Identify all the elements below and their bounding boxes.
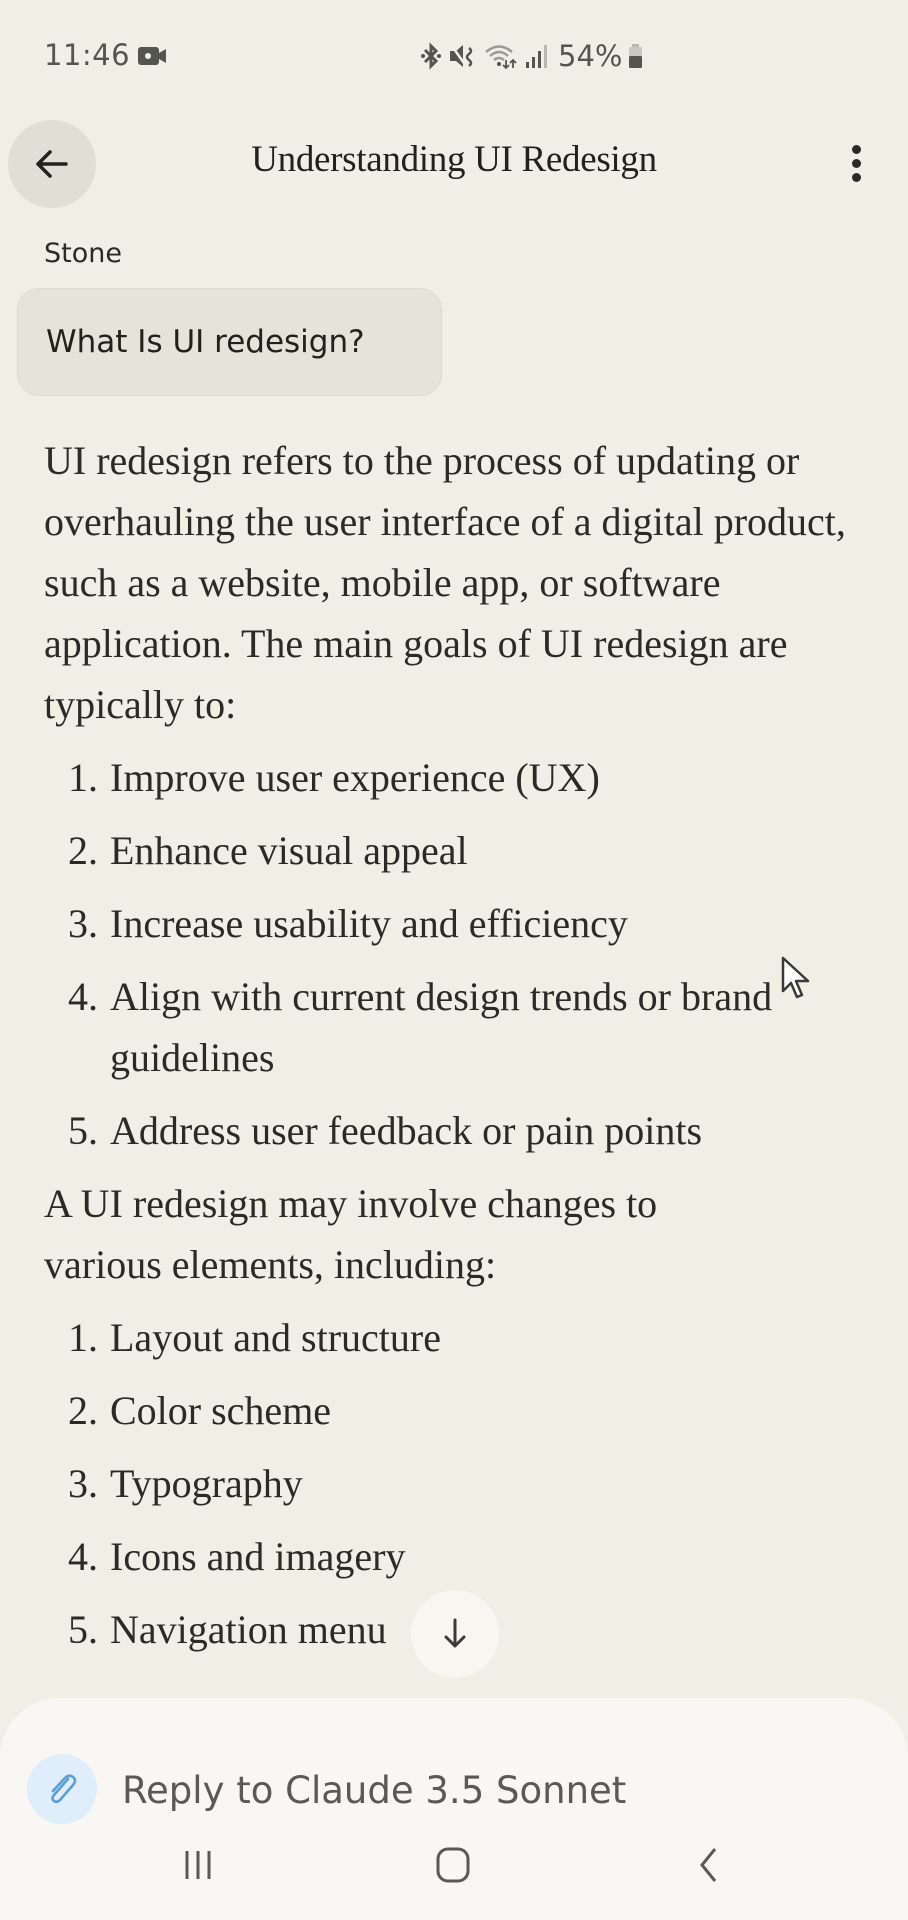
status-time: 11:46 bbox=[44, 38, 131, 72]
video-record-icon bbox=[138, 47, 166, 65]
reply-input[interactable] bbox=[122, 1758, 862, 1822]
home-button[interactable] bbox=[413, 1830, 493, 1900]
conversation-title: Understanding UI Redesign bbox=[251, 139, 657, 180]
signal-icon bbox=[526, 45, 547, 68]
back-chevron-icon bbox=[700, 1848, 717, 1882]
list-item: 5. Address user feedback or pain points bbox=[68, 1108, 703, 1153]
user-message-text: What Is UI redesign? bbox=[46, 324, 365, 360]
sender-name: Stone bbox=[44, 238, 122, 269]
list-item: 2. Color scheme bbox=[68, 1388, 332, 1433]
recents-icon bbox=[185, 1851, 211, 1879]
assistant-response: UI redesign refers to the process of upd… bbox=[44, 430, 874, 1672]
list-item: 1. Layout and structure bbox=[68, 1315, 441, 1360]
recents-button[interactable] bbox=[158, 1830, 238, 1900]
home-icon bbox=[436, 1847, 470, 1883]
status-icons: 54% bbox=[420, 36, 644, 76]
bluetooth-icon bbox=[421, 42, 441, 70]
goals-list: 1. Improve user experience (UX) 2. Enhance… bbox=[44, 747, 874, 1161]
system-nav-bar bbox=[0, 1830, 908, 1920]
user-message-bubble: What Is UI redesign? bbox=[17, 288, 442, 396]
status-bar: 11:46 54% bbox=[0, 0, 908, 110]
response-elements-intro: A UI redesign may involve changes to var… bbox=[44, 1181, 658, 1287]
attach-button[interactable] bbox=[27, 1754, 97, 1824]
more-options-button[interactable] bbox=[836, 138, 876, 188]
mute-icon bbox=[450, 45, 473, 67]
system-back-button[interactable] bbox=[668, 1830, 748, 1900]
paperclip-icon bbox=[51, 1774, 77, 1804]
list-item: 1. Improve user experience (UX) bbox=[68, 755, 600, 800]
response-intro: UI redesign refers to the process of upd… bbox=[44, 438, 846, 727]
battery-percent: 54% bbox=[558, 39, 623, 73]
list-item: 4. Icons and imagery bbox=[68, 1534, 406, 1579]
list-item: 3. Typography bbox=[68, 1461, 303, 1506]
battery-icon bbox=[629, 44, 643, 68]
arrow-down-icon bbox=[444, 1618, 466, 1648]
app-header: Understanding UI Redesign bbox=[0, 118, 908, 208]
list-item: 3. Increase usability and efficiency bbox=[68, 901, 628, 946]
more-vertical-icon bbox=[851, 144, 861, 154]
list-item: 4. Align with current design trends or br… bbox=[68, 974, 773, 1080]
list-item: 2. Enhance visual appeal bbox=[68, 828, 468, 873]
scroll-to-bottom-button[interactable] bbox=[411, 1590, 499, 1678]
wifi-icon bbox=[485, 45, 517, 70]
